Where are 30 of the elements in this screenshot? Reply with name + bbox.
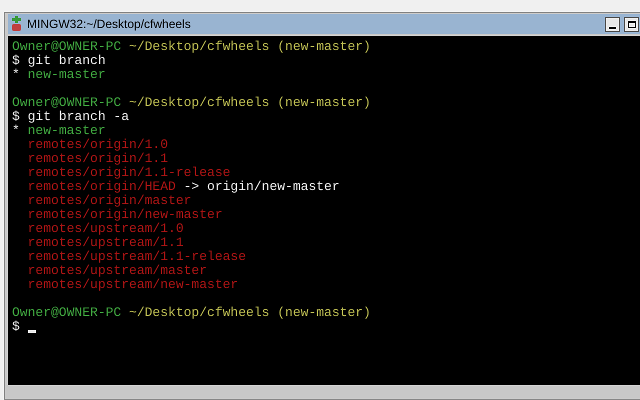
remote-branch-name: remotes/upstream/master bbox=[26, 264, 208, 278]
path-text: ~/Desktop/cfwheels (new-master) bbox=[128, 96, 371, 110]
minimize-button[interactable] bbox=[605, 16, 620, 32]
remote-branch-name: remotes/upstream/1.1-release bbox=[26, 250, 246, 264]
user-host-text: Owner@OWNER-PC bbox=[12, 40, 122, 54]
branch-name: new-master bbox=[28, 124, 106, 138]
path-text: ~/Desktop/cfwheels (new-master) bbox=[128, 306, 371, 320]
command-text: $ git branch bbox=[12, 54, 106, 68]
remote-branch-name: remotes/origin/HEAD bbox=[26, 180, 176, 194]
remote-branch-name: remotes/upstream/1.0 bbox=[26, 222, 184, 236]
remote-branch-name: remotes/origin/master bbox=[26, 194, 192, 208]
branch-name: new-master bbox=[28, 68, 106, 82]
command-text: -> origin/new-master bbox=[182, 180, 340, 194]
remote-branch-name: remotes/origin/1.0 bbox=[26, 138, 168, 152]
command-text: $ git branch -a bbox=[12, 110, 130, 124]
user-host-text: Owner@OWNER-PC bbox=[12, 306, 122, 320]
remote-branch-name: remotes/origin/1.1-release bbox=[26, 166, 230, 180]
command-text: * bbox=[12, 124, 21, 138]
remote-branch-name: remotes/upstream/new-master bbox=[26, 278, 238, 292]
cursor-icon bbox=[28, 330, 36, 333]
path-text: ~/Desktop/cfwheels (new-master) bbox=[128, 40, 371, 54]
user-host-text: Owner@OWNER-PC bbox=[12, 96, 122, 110]
window-title: MINGW32:~/Desktop/cfwheels bbox=[27, 16, 191, 33]
remote-branch-name: remotes/upstream/1.1 bbox=[26, 236, 184, 250]
git-logo-icon bbox=[11, 16, 23, 32]
remote-branch-name: remotes/origin/new-master bbox=[26, 208, 223, 222]
remote-branch-name: remotes/origin/1.1 bbox=[26, 152, 168, 166]
command-text: $ bbox=[12, 320, 21, 334]
maximize-button[interactable] bbox=[624, 16, 639, 32]
command-text: * bbox=[12, 68, 21, 82]
